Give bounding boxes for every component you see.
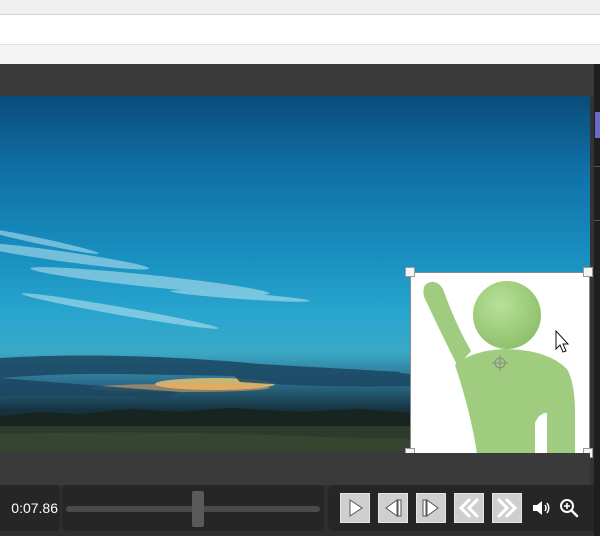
zoom-in-icon [560, 499, 579, 518]
toolbar-strip [0, 15, 600, 45]
seek-thumb[interactable] [192, 491, 205, 527]
resize-handle-top-left[interactable] [405, 267, 415, 277]
video-editor: 0:07.86 [0, 64, 600, 536]
side-panel-divider [594, 220, 600, 221]
fast-forward-icon [497, 498, 518, 518]
side-panel-edge [594, 64, 600, 536]
step-forward-icon [422, 499, 439, 517]
seek-bar[interactable] [62, 485, 324, 531]
side-panel-divider [594, 166, 600, 167]
rewind-icon [458, 498, 479, 518]
step-back-icon [385, 499, 402, 517]
time-display: 0:07.86 [0, 485, 60, 531]
step-back-button[interactable] [378, 493, 408, 523]
rewind-button[interactable] [454, 493, 484, 523]
waving-person-image [423, 281, 575, 454]
transport-buttons [328, 485, 594, 531]
play-icon [349, 499, 363, 517]
fast-forward-button[interactable] [492, 493, 522, 523]
mouse-cursor-icon [555, 329, 570, 353]
resize-handle-top-right[interactable] [583, 267, 593, 277]
step-forward-button[interactable] [416, 493, 446, 523]
side-panel-accent [595, 112, 600, 138]
browser-top-bar [0, 0, 600, 15]
overlay-image-box[interactable] [410, 272, 590, 455]
play-button[interactable] [340, 493, 370, 523]
player-controls: 0:07.86 [0, 485, 594, 536]
page-gap [0, 45, 600, 64]
editor-header [0, 64, 594, 96]
zoom-button[interactable] [558, 496, 580, 520]
preview-footer [0, 453, 590, 485]
volume-button[interactable] [530, 496, 552, 520]
volume-icon [533, 501, 550, 515]
